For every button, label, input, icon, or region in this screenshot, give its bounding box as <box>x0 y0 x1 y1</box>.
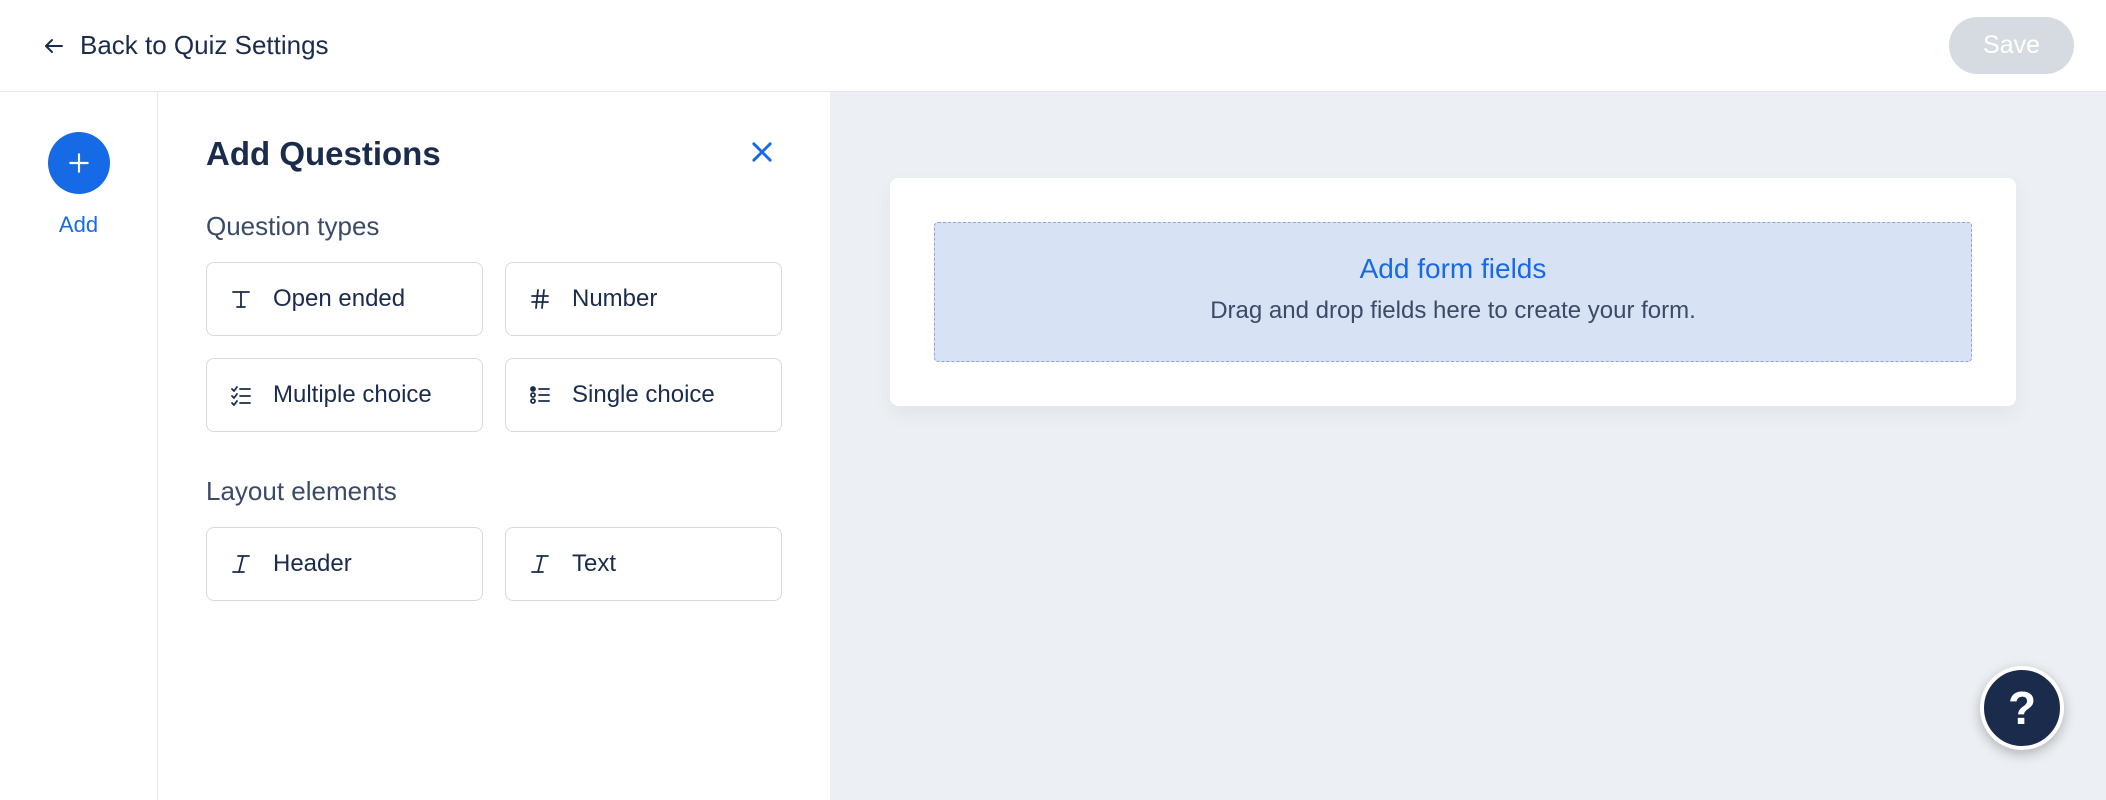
add-question-button[interactable] <box>48 132 110 194</box>
back-label: Back to Quiz Settings <box>80 30 329 61</box>
option-label: Open ended <box>273 285 405 313</box>
close-panel-button[interactable] <box>742 132 782 175</box>
option-label: Header <box>273 550 352 578</box>
option-text[interactable]: Text <box>505 527 782 601</box>
option-label: Multiple choice <box>273 381 432 409</box>
hash-icon <box>526 285 554 313</box>
checklist-icon <box>227 381 255 409</box>
dropzone-subtitle: Drag and drop fields here to create your… <box>955 297 1951 325</box>
sidebar-rail: Add <box>0 92 158 800</box>
back-button[interactable]: Back to Quiz Settings <box>42 30 329 61</box>
option-multiple-choice[interactable]: Multiple choice <box>206 358 483 432</box>
section-label-question-types: Question types <box>206 211 782 242</box>
topbar: Back to Quiz Settings Save <box>0 0 2106 92</box>
option-open-ended[interactable]: Open ended <box>206 262 483 336</box>
option-single-choice[interactable]: Single choice <box>505 358 782 432</box>
italic-t-icon <box>526 550 554 578</box>
close-icon <box>748 154 776 169</box>
save-button[interactable]: Save <box>1949 17 2074 74</box>
add-label: Add <box>59 212 98 238</box>
option-label: Single choice <box>572 381 715 409</box>
form-dropzone[interactable]: Add form fields Drag and drop fields her… <box>934 222 1972 362</box>
option-number[interactable]: Number <box>505 262 782 336</box>
italic-t-icon <box>227 550 255 578</box>
panel-title: Add Questions <box>206 135 441 173</box>
section-label-layout-elements: Layout elements <box>206 476 782 507</box>
form-canvas: Add form fields Drag and drop fields her… <box>830 92 2106 800</box>
form-card: Add form fields Drag and drop fields her… <box>890 178 2016 406</box>
radio-list-icon <box>526 381 554 409</box>
help-icon: ? <box>2008 681 2036 735</box>
plus-icon <box>66 150 92 176</box>
dropzone-title: Add form fields <box>955 253 1951 285</box>
option-label: Text <box>572 550 616 578</box>
option-header[interactable]: Header <box>206 527 483 601</box>
option-label: Number <box>572 285 657 313</box>
add-questions-panel: Add Questions Question types Open ended … <box>158 92 830 800</box>
arrow-left-icon <box>42 34 66 58</box>
help-button[interactable]: ? <box>1980 666 2064 750</box>
text-type-icon <box>227 285 255 313</box>
